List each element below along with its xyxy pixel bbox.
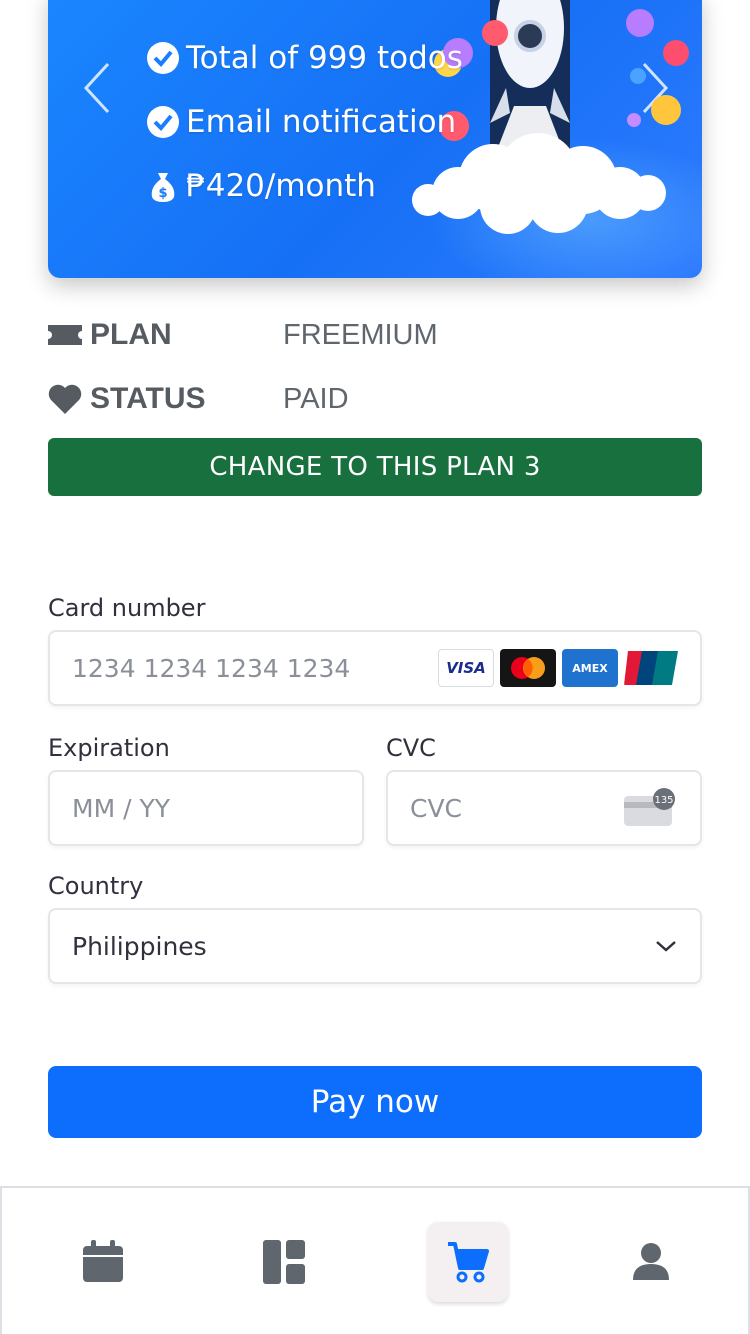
country-select[interactable]: Philippines [48, 908, 702, 984]
country-value: Philippines [72, 931, 207, 961]
plan-value: FREEMIUM [283, 318, 438, 351]
svg-text:$: $ [158, 186, 167, 201]
visa-logo-icon: VISA [438, 649, 494, 687]
card-number-field[interactable]: 1234 1234 1234 1234 VISA AMEX [48, 630, 702, 706]
expiration-placeholder: MM / YY [72, 793, 170, 823]
pay-now-button[interactable]: Pay now [48, 1066, 702, 1138]
dashboard-icon [263, 1240, 305, 1284]
nav-cart[interactable] [428, 1222, 508, 1302]
status-row: STATUS PAID [48, 379, 349, 419]
unionpay-logo-icon [624, 649, 680, 687]
card-brands: VISA AMEX [438, 649, 680, 687]
feature-item: $ ₱420/month [146, 168, 376, 204]
expiration-field[interactable]: MM / YY [48, 770, 364, 846]
nav-dashboard[interactable] [245, 1222, 325, 1302]
svg-text:135: 135 [654, 795, 673, 806]
check-circle-icon [147, 42, 179, 74]
status-label: STATUS [90, 382, 206, 415]
carousel-prev-button[interactable] [78, 56, 118, 120]
plan-row: PLAN FREEMIUM [48, 315, 438, 355]
calendar-icon [83, 1240, 123, 1282]
feature-text: Email notification [186, 104, 457, 140]
card-number-label: Card number [48, 594, 206, 622]
chevron-left-icon [83, 62, 110, 114]
money-bag-icon: $ [151, 173, 175, 202]
card-number-placeholder: 1234 1234 1234 1234 [72, 653, 351, 683]
heart-icon [48, 384, 82, 414]
cvc-card-icon: 135 [624, 788, 675, 826]
check-circle-icon [147, 106, 179, 138]
mastercard-logo-icon [500, 649, 556, 687]
ticket-icon [48, 325, 82, 345]
chevron-down-icon [656, 941, 676, 952]
change-plan-button[interactable]: CHANGE TO THIS PLAN 3 [48, 438, 702, 496]
cart-icon [448, 1242, 489, 1283]
expiration-label: Expiration [48, 734, 170, 762]
nav-profile[interactable] [611, 1222, 691, 1302]
user-icon [633, 1243, 669, 1280]
plan-carousel: Total of 999 todos Email notification $ … [48, 0, 702, 278]
feature-text: Total of 999 todos [186, 40, 463, 76]
cvc-label: CVC [386, 734, 436, 762]
feature-item: Total of 999 todos [146, 40, 463, 76]
amex-logo-icon: AMEX [562, 649, 618, 687]
cvc-placeholder: CVC [410, 793, 463, 823]
feature-text: ₱420/month [186, 168, 376, 204]
feature-item: Email notification [146, 104, 456, 140]
bottom-navigation [0, 1186, 750, 1334]
status-value: PAID [283, 382, 349, 415]
plan-label: PLAN [90, 318, 172, 351]
country-label: Country [48, 872, 144, 900]
cvc-field[interactable]: CVC 135 [386, 770, 702, 846]
nav-calendar[interactable] [63, 1222, 143, 1302]
